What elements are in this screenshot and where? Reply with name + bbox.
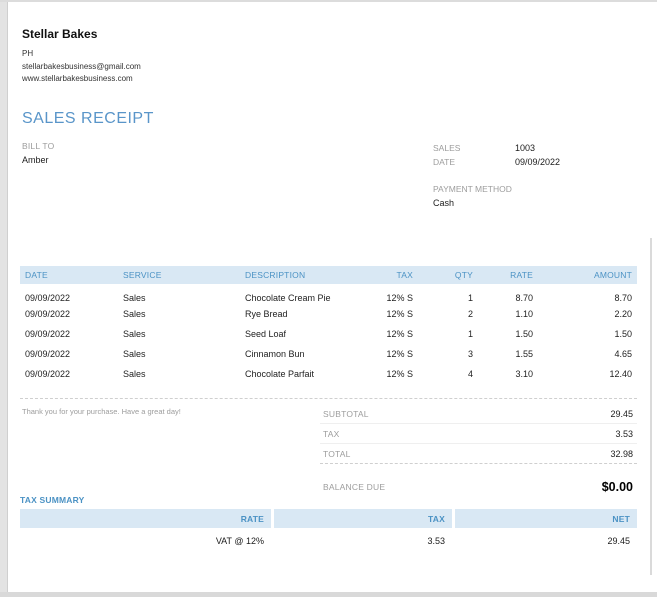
payment-method-value: Cash: [433, 198, 455, 208]
tax-summary-rate-value: VAT @ 12%: [215, 536, 264, 546]
receipt-preview: Stellar Bakes PH stellarbakesbusiness@gm…: [0, 0, 657, 597]
cell-date: 09/09/2022: [25, 349, 71, 359]
total-row: TOTAL 32.98: [320, 444, 637, 464]
cell-rate: 1.50: [515, 329, 533, 339]
cell-service: Sales: [123, 349, 146, 359]
tax-row: TAX 3.53: [320, 424, 637, 444]
table-row: 09/09/2022 Sales Rye Bread 12% S 2 1.10 …: [20, 304, 637, 324]
cell-rate: 1.55: [515, 349, 533, 359]
bill-to-label: BILL TO: [22, 141, 55, 151]
payment-method-section: PAYMENT METHOD Cash: [433, 184, 637, 210]
balance-due-label: BALANCE DUE: [323, 482, 386, 492]
payment-method-label: PAYMENT METHOD: [433, 184, 512, 194]
cell-qty: 2: [467, 309, 473, 319]
cell-description: Chocolate Cream Pie: [245, 292, 331, 303]
col-header-tax: TAX: [370, 266, 418, 284]
table-row: 09/09/2022 Sales Chocolate Parfait 12% S…: [20, 364, 637, 384]
cell-description: Seed Loaf: [245, 329, 287, 339]
tax-summary-row: VAT @ 12% 3.53 29.45: [20, 530, 637, 552]
cell-description: Rye Bread: [245, 309, 288, 319]
viewport-top-edge: [0, 0, 657, 2]
cell-rate: 3.10: [515, 369, 533, 379]
viewport-left-gutter: [0, 0, 8, 597]
cell-description: Cinnamon Bun: [245, 349, 305, 359]
line-items-header: DATE SERVICE DESCRIPTION TAX QTY RATE AM…: [20, 266, 637, 284]
sales-number-label: SALES: [433, 143, 461, 153]
viewport-bottom-edge: [0, 592, 657, 597]
company-header: Stellar Bakes PH stellarbakesbusiness@gm…: [22, 27, 141, 86]
scrollbar-track[interactable]: [650, 238, 652, 575]
cell-qty: 3: [467, 349, 473, 359]
line-items-table: DATE SERVICE DESCRIPTION TAX QTY RATE AM…: [20, 266, 637, 384]
date-value: 09/09/2022: [515, 157, 561, 167]
cell-qty: 1: [467, 292, 473, 303]
cell-amount: 12.40: [609, 369, 632, 379]
page-title: SALES RECEIPT: [22, 110, 154, 127]
col-header-description: DESCRIPTION: [240, 266, 370, 284]
sales-number-value: 1003: [515, 143, 536, 153]
cell-service: Sales: [123, 369, 146, 379]
tax-summary-tax-value: 3.53: [427, 536, 445, 546]
table-row: 09/09/2022 Sales Cinnamon Bun 12% S 3 1.…: [20, 344, 637, 364]
company-email: stellarbakesbusiness@gmail.com: [22, 61, 141, 71]
cell-amount: 1.50: [614, 329, 632, 339]
bill-to-section: BILL TO Amber: [22, 141, 54, 165]
table-row: 09/09/2022 Sales Seed Loaf 12% S 1 1.50 …: [20, 324, 637, 344]
subtotal-label: SUBTOTAL: [323, 408, 369, 419]
bill-to-name: Amber: [22, 155, 49, 165]
cell-date: 09/09/2022: [25, 309, 71, 319]
cell-tax: 12% S: [386, 369, 413, 379]
cell-service: Sales: [123, 329, 146, 339]
tax-label: TAX: [323, 428, 340, 439]
meta-row-date: DATE 09/09/2022: [433, 155, 637, 169]
tax-summary-col-net: NET: [455, 509, 637, 528]
tax-value: 3.53: [615, 428, 633, 439]
date-label: DATE: [433, 157, 456, 167]
col-header-service: SERVICE: [118, 266, 240, 284]
cell-service: Sales: [123, 309, 146, 319]
col-header-amount: AMOUNT: [538, 266, 637, 284]
subtotal-row: SUBTOTAL 29.45: [320, 404, 637, 424]
cell-rate: 1.10: [515, 309, 533, 319]
cell-qty: 4: [467, 369, 473, 379]
col-header-rate: RATE: [478, 266, 538, 284]
table-row: 09/09/2022 Sales Chocolate Cream Pie 12%…: [20, 284, 637, 304]
cell-qty: 1: [467, 329, 473, 339]
cell-description: Chocolate Parfait: [245, 369, 315, 379]
col-header-date: DATE: [20, 266, 118, 284]
cell-date: 09/09/2022: [25, 292, 71, 303]
company-website: www.stellarbakesbusiness.com: [22, 74, 133, 83]
cell-tax: 12% S: [386, 292, 413, 303]
cell-tax: 12% S: [386, 329, 413, 339]
tax-summary-header: RATE TAX NET: [20, 509, 637, 528]
items-footer-divider: [20, 398, 637, 399]
total-label: TOTAL: [323, 448, 351, 459]
cell-rate: 8.70: [515, 292, 533, 303]
cell-date: 09/09/2022: [25, 329, 71, 339]
cell-tax: 12% S: [386, 309, 413, 319]
company-country: PH: [22, 49, 34, 58]
tax-summary-net-value: 29.45: [607, 536, 630, 546]
cell-tax: 12% S: [386, 349, 413, 359]
company-name: Stellar Bakes: [22, 27, 98, 41]
tax-summary-col-tax: TAX: [274, 509, 452, 528]
cell-service: Sales: [123, 292, 146, 303]
tax-summary-title: TAX SUMMARY: [20, 495, 85, 505]
meta-row-sales: SALES 1003: [433, 141, 637, 155]
thank-you-message: Thank you for your purchase. Have a grea…: [22, 407, 181, 416]
totals-section: SUBTOTAL 29.45 TAX 3.53 TOTAL 32.98: [320, 404, 637, 464]
total-value: 32.98: [610, 448, 633, 459]
cell-amount: 8.70: [614, 292, 632, 303]
balance-due-row: BALANCE DUE $0.00: [320, 474, 637, 500]
cell-amount: 4.65: [614, 349, 632, 359]
subtotal-value: 29.45: [610, 408, 633, 419]
col-header-qty: QTY: [418, 266, 478, 284]
cell-amount: 2.20: [614, 309, 632, 319]
receipt-meta: SALES 1003 DATE 09/09/2022 PAYMENT METHO…: [433, 141, 637, 210]
balance-due-value: $0.00: [601, 480, 633, 494]
tax-summary-col-rate: RATE: [20, 509, 271, 528]
cell-date: 09/09/2022: [25, 369, 71, 379]
